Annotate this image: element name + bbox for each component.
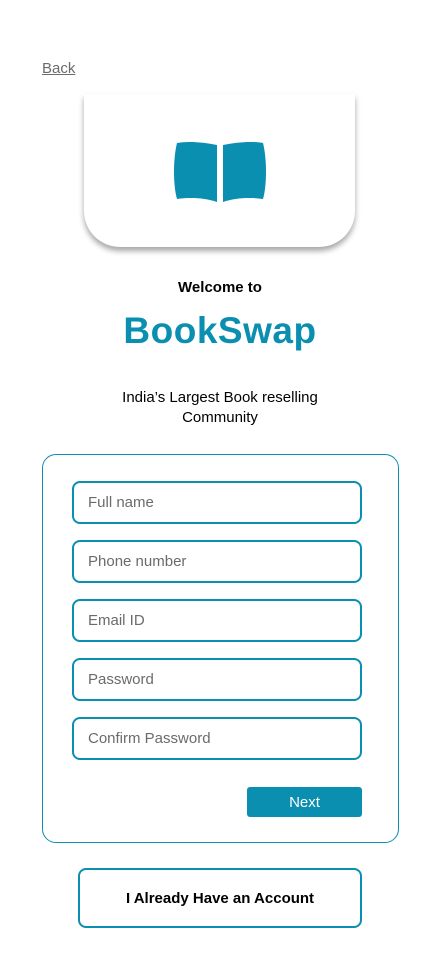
full-name-input[interactable] — [72, 481, 362, 524]
next-button[interactable]: Next — [247, 787, 362, 817]
open-book-icon — [173, 141, 266, 202]
already-have-account-button[interactable]: I Already Have an Account — [78, 868, 362, 928]
welcome-text: Welcome to — [178, 279, 262, 296]
confirm-password-input[interactable] — [72, 717, 362, 760]
back-link[interactable]: Back — [42, 60, 75, 77]
brand-title: BookSwap — [123, 310, 317, 351]
signup-form: Next — [42, 454, 399, 843]
phone-number-input[interactable] — [72, 540, 362, 583]
signup-screen: Back Welcome to BookSwap India’s Largest… — [0, 0, 440, 956]
email-input[interactable] — [72, 599, 362, 642]
logo-card — [84, 94, 355, 247]
tagline: India’s Largest Book reselling Community — [122, 389, 318, 426]
password-input[interactable] — [72, 658, 362, 701]
